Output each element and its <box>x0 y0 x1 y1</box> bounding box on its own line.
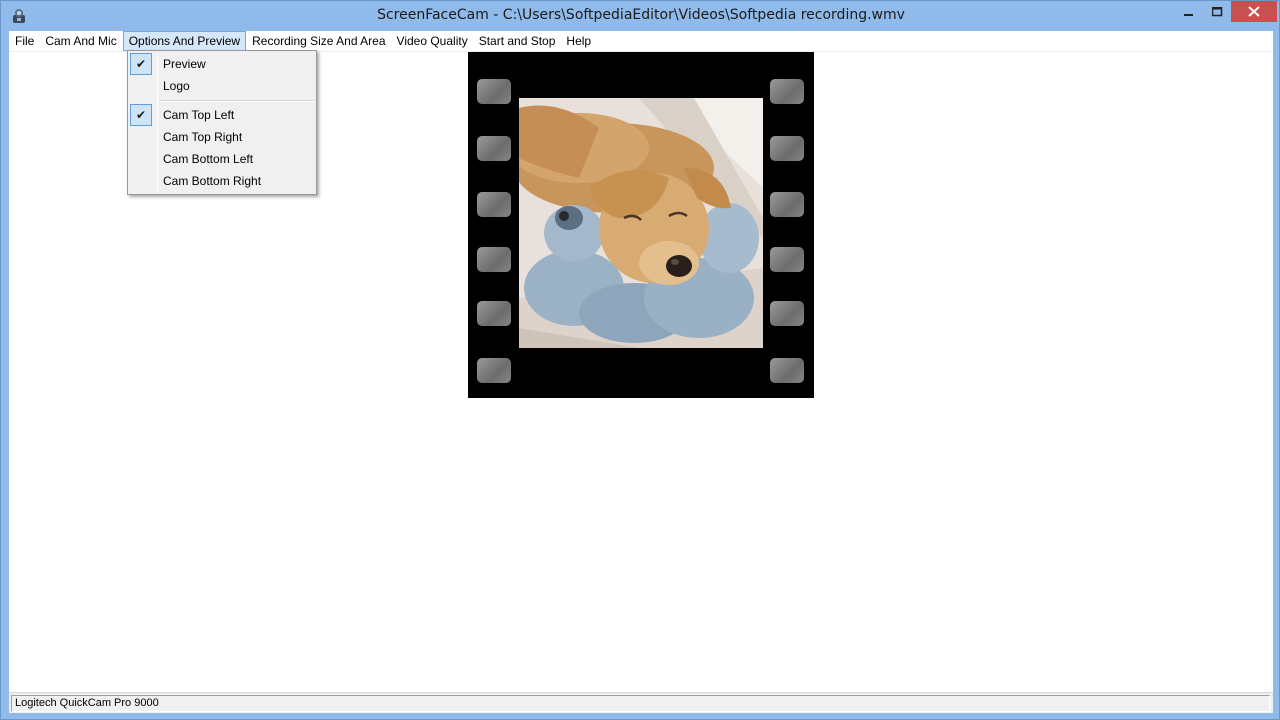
menu-item-preview[interactable]: ✔ Preview <box>130 53 314 75</box>
close-button[interactable] <box>1231 1 1277 22</box>
menu-item-cam-top-right[interactable]: Cam Top Right <box>130 126 314 148</box>
menu-item-cam-bottom-left[interactable]: Cam Bottom Left <box>130 148 314 170</box>
checkmark-icon: ✔ <box>130 104 152 126</box>
checkmark-icon: ✔ <box>130 53 152 75</box>
menu-item-label: Cam Bottom Right <box>163 174 262 188</box>
menu-item-label: Cam Top Right <box>163 130 243 144</box>
menu-item-label: Preview <box>163 57 206 71</box>
minimize-button[interactable] <box>1175 1 1203 22</box>
film-sprocket <box>770 136 804 161</box>
film-sprocket <box>770 79 804 104</box>
menu-item-label: Logo <box>163 79 190 93</box>
menu-item-cam-top-left[interactable]: ✔ Cam Top Left <box>130 104 314 126</box>
menu-help[interactable]: Help <box>561 31 596 51</box>
film-sprocket <box>770 247 804 272</box>
menu-item-logo[interactable]: Logo <box>130 75 314 97</box>
webcam-image <box>519 98 763 348</box>
minimize-icon <box>1184 13 1193 16</box>
menu-item-label: Cam Top Left <box>163 108 235 122</box>
options-and-preview-menu: ✔ Preview Logo ✔ Cam Top Left Cam Top Ri… <box>127 50 317 195</box>
menu-separator <box>159 100 314 102</box>
menu-bar: File Cam And Mic Options And Preview Rec… <box>9 31 1273 52</box>
film-sprocket <box>770 358 804 383</box>
menu-file[interactable]: File <box>10 31 39 51</box>
menu-start-and-stop[interactable]: Start and Stop <box>474 31 561 51</box>
film-sprocket <box>477 136 511 161</box>
menu-item-cam-bottom-right[interactable]: Cam Bottom Right <box>130 170 314 192</box>
menu-recording-size-and-area[interactable]: Recording Size And Area <box>247 31 390 51</box>
film-sprocket <box>477 79 511 104</box>
menu-cam-and-mic[interactable]: Cam And Mic <box>40 31 121 51</box>
close-icon <box>1248 6 1260 17</box>
window-title: ScreenFaceCam - C:\Users\SoftpediaEditor… <box>377 7 905 23</box>
status-text: Logitech QuickCam Pro 9000 <box>11 695 1270 712</box>
maximize-button[interactable] <box>1203 1 1231 22</box>
menu-item-label: Cam Bottom Left <box>163 152 254 166</box>
maximize-icon <box>1211 6 1222 16</box>
title-bar[interactable]: ScreenFaceCam - C:\Users\SoftpediaEditor… <box>1 1 1280 31</box>
status-bar: Logitech QuickCam Pro 9000 <box>9 692 1273 713</box>
menu-video-quality[interactable]: Video Quality <box>392 31 473 51</box>
menu-options-and-preview[interactable]: Options And Preview <box>122 31 247 51</box>
film-sprocket <box>477 192 511 217</box>
film-sprocket <box>477 247 511 272</box>
film-sprocket <box>477 358 511 383</box>
film-sprocket <box>770 301 804 326</box>
film-sprocket <box>770 192 804 217</box>
film-sprocket <box>477 301 511 326</box>
webcam-preview <box>468 52 814 398</box>
